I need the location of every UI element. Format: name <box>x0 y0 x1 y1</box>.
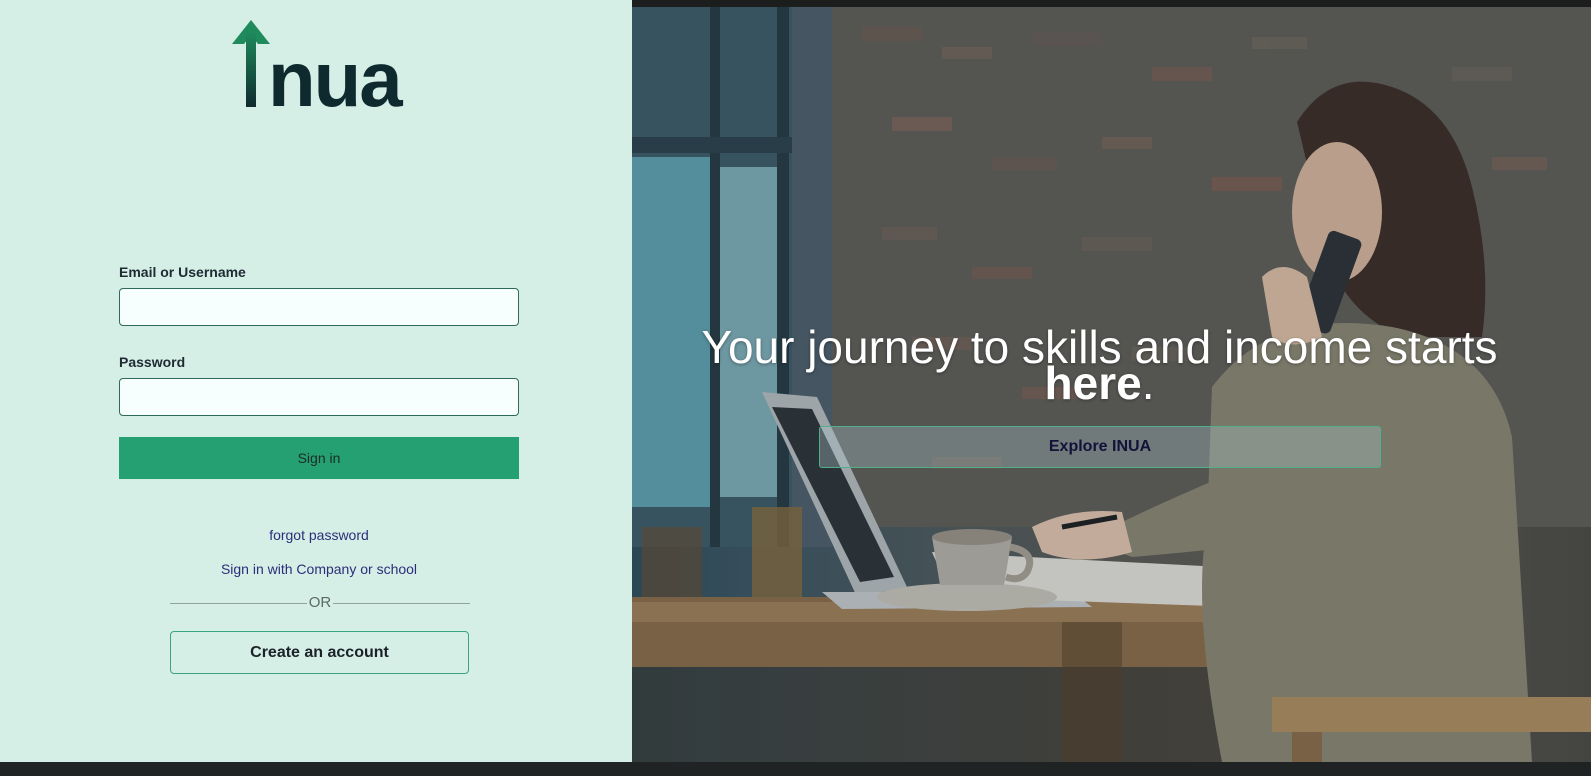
bottom-bar <box>0 762 1591 776</box>
explore-inua-button[interactable]: Explore INUA <box>819 426 1381 468</box>
inua-logo: nua <box>232 20 405 110</box>
create-account-button[interactable]: Create an account <box>170 631 469 674</box>
arrow-up-icon <box>232 20 270 107</box>
forgot-password-link[interactable]: forgot password <box>0 527 638 543</box>
logo-text: nua <box>268 35 403 110</box>
headline-emphasis: here <box>1044 357 1142 409</box>
hero-banner: Your journey to skills and income starts… <box>632 7 1591 762</box>
or-divider: OR <box>170 594 470 612</box>
hero-headline: Your journey to skills and income starts… <box>632 324 1567 406</box>
password-label: Password <box>119 354 186 370</box>
sign-in-button[interactable]: Sign in <box>119 437 519 479</box>
password-field[interactable] <box>119 378 519 416</box>
email-label: Email or Username <box>119 264 246 280</box>
or-text: OR <box>306 594 334 611</box>
login-panel: nua Email or Username Password Sign in f… <box>0 0 632 762</box>
headline-period: . <box>1141 357 1155 409</box>
email-field[interactable] <box>119 288 519 326</box>
sso-sign-in-link[interactable]: Sign in with Company or school <box>0 561 638 577</box>
login-page: nua Email or Username Password Sign in f… <box>0 0 1591 776</box>
